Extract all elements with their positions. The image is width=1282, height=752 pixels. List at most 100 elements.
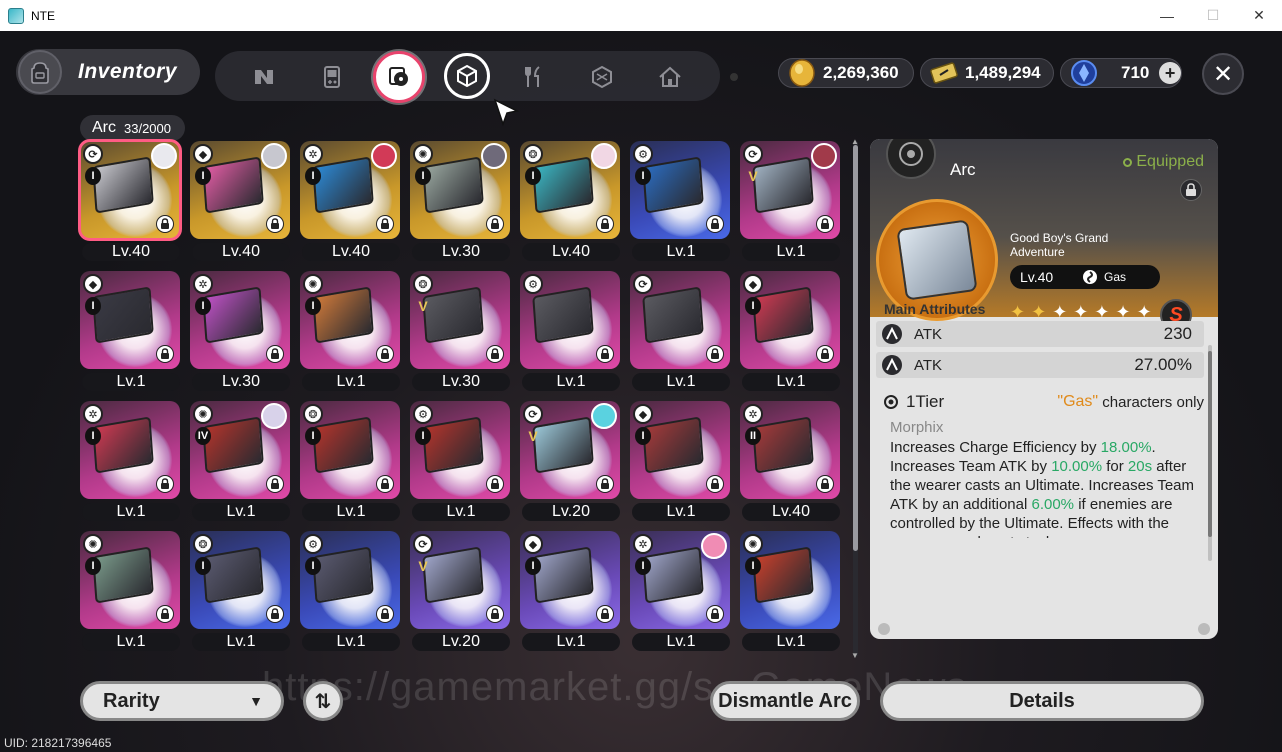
tier-badge: I xyxy=(85,427,101,445)
tab-house[interactable] xyxy=(649,56,691,98)
tab-food[interactable] xyxy=(513,56,555,98)
tier-badge: I xyxy=(305,427,321,445)
arc-card[interactable]: ◆ I Lv.1 xyxy=(80,271,180,391)
arc-record-icon xyxy=(886,139,936,179)
arc-card[interactable]: ✺ I Lv.1 xyxy=(740,531,840,651)
minimize-button[interactable]: — xyxy=(1144,0,1190,31)
arc-card[interactable]: ◆ I Lv.40 xyxy=(190,141,290,261)
element-icon: ⚙ xyxy=(523,274,543,294)
fork-knife-icon xyxy=(525,66,540,87)
arc-card[interactable]: ✺ I Lv.1 xyxy=(80,531,180,651)
tier-badge: I xyxy=(305,297,321,315)
lock-icon xyxy=(486,475,504,493)
box-icon xyxy=(592,65,612,89)
grid-scrollbar-thumb[interactable] xyxy=(853,145,858,551)
arc-level: Lv.1 xyxy=(82,373,180,391)
atk-icon xyxy=(882,324,902,344)
window-close-button[interactable]: ✕ xyxy=(1236,0,1282,31)
arc-card[interactable]: ⟳ Lv.1 xyxy=(630,271,730,391)
arc-card-art: ✺ I xyxy=(410,141,510,239)
tab-gameboy[interactable] xyxy=(311,56,353,98)
arc-card[interactable]: ⟳ V Lv.20 xyxy=(520,401,620,521)
arc-card-art: ◆ I xyxy=(740,271,840,369)
element-icon: ✺ xyxy=(83,534,103,554)
arc-level: Lv.1 xyxy=(522,373,620,391)
element-icon: ✺ xyxy=(193,404,213,424)
currency-ticket: 1,489,294 xyxy=(920,58,1054,88)
inventory-header: Inventory xyxy=(16,49,200,95)
arc-card[interactable]: ◆ I Lv.1 xyxy=(740,271,840,391)
arc-card[interactable]: ◆ I Lv.1 xyxy=(520,531,620,651)
scroll-up-arrow[interactable]: ▲ xyxy=(851,137,859,146)
arc-card[interactable]: ⚙ Lv.1 xyxy=(520,271,620,391)
tier-badge: IV xyxy=(195,427,211,445)
arc-card[interactable]: ⚙ I Lv.1 xyxy=(410,401,510,521)
tier-badge: I xyxy=(635,167,651,185)
rarity-sort-dropdown[interactable]: Rarity ▼ xyxy=(80,681,284,721)
arc-card[interactable]: ⚙ I Lv.1 xyxy=(300,531,400,651)
element-icon: ⟳ xyxy=(743,144,763,164)
tab-box[interactable] xyxy=(581,56,623,98)
arc-card[interactable]: ✲ I Lv.1 xyxy=(630,531,730,651)
arc-card-art: ◆ I xyxy=(80,271,180,369)
attribute-row: ATK 27.00% xyxy=(876,352,1204,378)
add-crystal-button[interactable]: + xyxy=(1159,62,1181,84)
detail-title: Arc xyxy=(950,160,976,179)
lock-icon xyxy=(816,215,834,233)
arc-card[interactable]: ❂ I Lv.1 xyxy=(300,401,400,521)
ticket-icon xyxy=(929,58,959,88)
tier-badge: I xyxy=(85,557,101,575)
arc-card[interactable]: ❂ I Lv.1 xyxy=(190,531,290,651)
arc-card[interactable]: ⟳ V Lv.1 xyxy=(740,141,840,261)
crystal-amount: 710 xyxy=(1121,63,1150,82)
tab-n-logo[interactable] xyxy=(243,56,285,98)
equipped-character-avatar xyxy=(591,143,617,169)
arc-card[interactable]: ❂ V Lv.30 xyxy=(410,271,510,391)
arc-card[interactable]: ⚙ I Lv.1 xyxy=(630,141,730,261)
arc-card[interactable]: ⟳ V Lv.20 xyxy=(410,531,510,651)
lock-icon xyxy=(156,215,174,233)
arc-card[interactable]: ✲ I Lv.1 xyxy=(80,401,180,521)
arc-level: Lv.1 xyxy=(82,503,180,521)
close-button[interactable]: ✕ xyxy=(1202,53,1244,95)
arc-level: Lv.1 xyxy=(192,633,290,651)
dismantle-arc-button[interactable]: Dismantle Arc xyxy=(710,681,860,721)
sort-order-button[interactable]: ⇅ xyxy=(303,681,343,721)
scroll-down-arrow[interactable]: ▼ xyxy=(851,651,859,660)
arc-level: Lv.1 xyxy=(632,243,730,261)
arc-card[interactable]: ✺ I Lv.30 xyxy=(410,141,510,261)
gameboy-icon xyxy=(324,66,340,88)
page-title: Inventory xyxy=(78,60,178,83)
tab-cube[interactable] xyxy=(444,53,490,99)
tier-label: 1Tier xyxy=(906,392,945,411)
arc-card[interactable]: ⟳ I Lv.40 xyxy=(78,139,182,261)
arc-card[interactable]: ✲ II Lv.40 xyxy=(740,401,840,521)
tab-arc[interactable] xyxy=(373,51,425,103)
tier-badge: I xyxy=(305,167,321,185)
arc-card[interactable]: ✲ I Lv.30 xyxy=(190,271,290,391)
arc-card-art: ◆ I xyxy=(520,531,620,629)
lock-toggle[interactable] xyxy=(1180,179,1202,201)
element-icon: ✲ xyxy=(743,404,763,424)
maximize-button[interactable]: ☐ xyxy=(1190,0,1236,31)
arc-grid: ⟳ I Lv.40 ◆ I Lv.40 ✲ I Lv.40 ✺ I Lv.30 ❂ I Lv.40 ⚙ I Lv.… xyxy=(76,139,846,661)
arc-card[interactable]: ✺ I Lv.1 xyxy=(300,271,400,391)
corner-dot xyxy=(1198,623,1210,635)
arc-card-art: ❂ V xyxy=(410,271,510,369)
tab-indicator-dot xyxy=(730,73,738,81)
details-button[interactable]: Details xyxy=(880,681,1204,721)
arc-card-art: ⟳ V xyxy=(520,401,620,499)
app-icon xyxy=(8,7,24,24)
tier-badge: II xyxy=(745,427,761,445)
element: Gas xyxy=(1082,269,1126,285)
user-id: UID: 218217396465 xyxy=(4,736,112,750)
arc-card-art: ⟳ V xyxy=(740,141,840,239)
arc-card[interactable]: ✲ I Lv.40 xyxy=(300,141,400,261)
detail-scrollbar-thumb[interactable] xyxy=(1208,351,1212,537)
lock-icon xyxy=(596,345,614,363)
blue-crystal-icon xyxy=(1069,58,1099,88)
arc-card[interactable]: ✺ IV Lv.1 xyxy=(190,401,290,521)
arc-card[interactable]: ❂ I Lv.40 xyxy=(520,141,620,261)
element-icon: ⚙ xyxy=(303,534,323,554)
arc-card[interactable]: ◆ I Lv.1 xyxy=(630,401,730,521)
